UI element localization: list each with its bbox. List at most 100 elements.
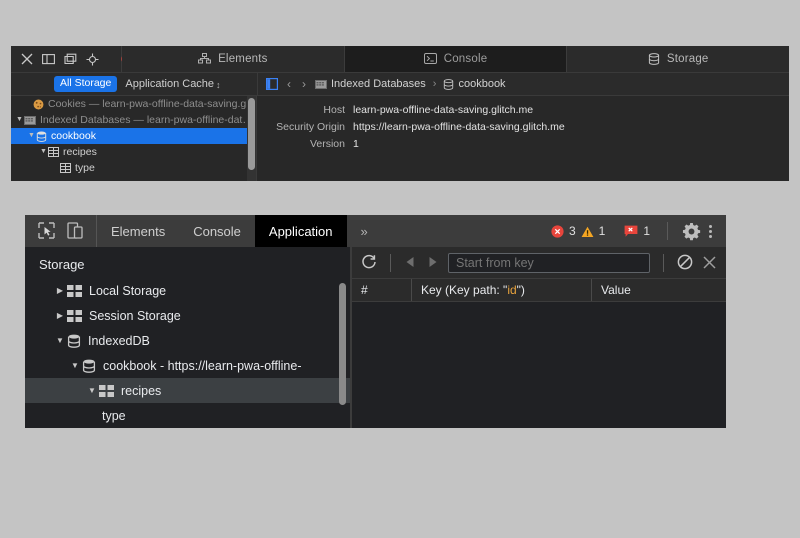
elements-icon <box>198 53 211 65</box>
twisty[interactable]: ▼ <box>15 112 24 128</box>
twisty[interactable]: ▼ <box>27 128 36 144</box>
start-from-key-input[interactable] <box>448 253 650 273</box>
more-tabs-icon: » <box>361 224 368 239</box>
issues-counter[interactable]: 1 <box>618 222 656 240</box>
more-tabs-button[interactable]: » <box>347 215 378 247</box>
error-icon <box>551 224 564 238</box>
bottom-devtools-panel: Elements Console Application » 3 1 <box>25 215 726 428</box>
key-path-value: id <box>507 283 516 297</box>
sidebar-item-recipes[interactable]: ▼ recipes <box>25 378 350 403</box>
detail-label-host: Host <box>257 104 353 116</box>
inspect-target-icon[interactable] <box>86 53 99 66</box>
twisty[interactable]: ▼ <box>85 386 99 395</box>
column-header-index[interactable]: # <box>352 279 412 301</box>
sidebar-item-session-storage[interactable]: ▶ Session Storage <box>25 303 350 328</box>
previous-page-icon[interactable] <box>404 254 417 272</box>
error-count: 3 <box>569 224 576 238</box>
tab-console[interactable]: Console <box>179 215 255 247</box>
tab-application[interactable]: Application <box>255 215 347 247</box>
table-icon <box>48 147 59 157</box>
breadcrumb-cookbook[interactable]: cookbook <box>443 78 505 90</box>
clear-not-allowed-icon[interactable] <box>677 254 693 272</box>
error-warning-counters[interactable]: 3 1 <box>545 222 611 240</box>
sidebar-scrollbar[interactable] <box>339 283 346 413</box>
detail-value-version: 1 <box>353 138 359 150</box>
column-header-value[interactable]: Value <box>592 279 726 301</box>
tab-elements[interactable]: Elements <box>97 215 179 247</box>
all-storage-pill[interactable]: All Storage <box>54 76 117 92</box>
forward-arrow-icon[interactable]: › <box>300 77 308 91</box>
bottom-panel-tabbar: Elements Console Application » 3 1 <box>25 215 726 247</box>
twisty[interactable]: ▼ <box>68 361 82 370</box>
application-sidebar: Storage ▶ Local Storage ▶ Session Storag… <box>25 247 350 428</box>
database-icon <box>443 78 454 90</box>
twisty[interactable]: ▶ <box>53 286 67 295</box>
column-header-key-prefix: Key (Key path: " <box>421 283 507 297</box>
next-page-icon[interactable] <box>426 254 439 272</box>
gear-icon[interactable] <box>682 222 701 241</box>
scrollbar-thumb[interactable] <box>339 283 346 405</box>
tree-item-recipes-label: recipes <box>63 146 97 158</box>
detail-value-security-origin: https://learn-pwa-offline-data-saving.gl… <box>353 121 565 133</box>
tree-item-cookbook[interactable]: ▼ cookbook <box>11 128 256 144</box>
device-toolbar-icon[interactable] <box>67 222 83 240</box>
folder-icon <box>24 115 36 125</box>
dock-window-icon[interactable] <box>64 53 77 65</box>
breadcrumb-indexed-databases[interactable]: Indexed Databases <box>315 78 426 90</box>
tree-item-indexed-databases[interactable]: ▼ Indexed Databases — learn-pwa-offline-… <box>11 112 256 128</box>
twisty[interactable]: ▶ <box>53 311 67 320</box>
tab-console-label: Console <box>193 224 241 239</box>
bottom-panel-toolbar-icons <box>25 215 97 247</box>
kebab-menu-icon[interactable] <box>705 223 716 240</box>
table-icon <box>67 285 82 297</box>
application-cache-label: Application Cache <box>125 78 214 90</box>
application-cache-selector[interactable]: Application Cache↕ <box>125 78 220 90</box>
twisty[interactable]: ▼ <box>53 336 67 345</box>
top-tab-console[interactable]: Console <box>345 46 568 72</box>
scrollbar-thumb[interactable] <box>248 98 255 170</box>
issue-count: 1 <box>643 224 650 238</box>
storage-filter-bar: All Storage Application Cache↕ <box>11 73 257 95</box>
column-header-key[interactable]: Key (Key path: "id") <box>412 279 592 301</box>
tree-item-recipes[interactable]: ▼ recipes <box>11 144 256 160</box>
delete-x-icon[interactable] <box>702 254 717 272</box>
inspect-cursor-icon[interactable] <box>38 222 55 240</box>
sidebar-item-cookbook-label: cookbook - https://learn-pwa-offline- <box>103 359 301 373</box>
sidebar-toggle-icon[interactable] <box>266 75 278 93</box>
dock-bottom-icon[interactable] <box>42 53 55 65</box>
cookie-icon <box>33 99 44 110</box>
detail-value-host: learn-pwa-offline-data-saving.glitch.me <box>353 104 533 116</box>
sidebar-item-local-storage-label: Local Storage <box>89 284 166 298</box>
tree-item-cookbook-label: cookbook <box>51 130 96 142</box>
console-icon <box>424 53 437 65</box>
tree-item-type[interactable]: type <box>11 160 256 176</box>
close-icon[interactable] <box>21 53 33 65</box>
sidebar-item-recipes-label: recipes <box>121 384 161 398</box>
sidebar-item-cookbook[interactable]: ▼ cookbook - https://learn-pwa-offline- <box>25 353 350 378</box>
refresh-icon[interactable] <box>361 254 377 272</box>
sidebar-item-type[interactable]: type <box>25 403 350 428</box>
storage-section-title: Storage <box>25 247 350 278</box>
storage-breadcrumb-bar: ‹ › Indexed Databases › cookbook <box>257 73 789 95</box>
sidebar-item-indexeddb[interactable]: ▼ IndexedDB <box>25 328 350 353</box>
sidebar-item-local-storage[interactable]: ▶ Local Storage <box>25 278 350 303</box>
top-tab-elements[interactable]: Elements <box>122 46 345 72</box>
idb-grid-body[interactable] <box>352 302 726 428</box>
detail-label-version: Version <box>257 138 353 150</box>
table-icon <box>67 310 82 322</box>
counters-divider <box>667 222 668 240</box>
tree-item-indexed-databases-label: Indexed Databases — learn-pwa-offline-da… <box>40 114 253 126</box>
top-tree-scrollbar[interactable] <box>247 96 256 181</box>
idb-data-view: # Key (Key path: "id") Value <box>352 247 726 428</box>
tab-application-label: Application <box>269 224 333 239</box>
top-storage-tree: Cookies — learn-pwa-offline-data-saving.… <box>11 96 257 181</box>
folder-icon <box>315 78 327 90</box>
top-tab-console-label: Console <box>444 53 488 65</box>
breadcrumb-cookbook-label: cookbook <box>458 78 505 90</box>
top-tab-storage[interactable]: Storage <box>567 46 789 72</box>
tree-item-cookies-label: Cookies — learn-pwa-offline-data-saving.… <box>48 98 257 110</box>
back-arrow-icon[interactable]: ‹ <box>285 77 293 91</box>
tree-item-cookies[interactable]: Cookies — learn-pwa-offline-data-saving.… <box>11 96 256 112</box>
detail-row-security-origin: Security Origin https://learn-pwa-offlin… <box>257 121 789 133</box>
twisty[interactable]: ▼ <box>39 144 48 160</box>
